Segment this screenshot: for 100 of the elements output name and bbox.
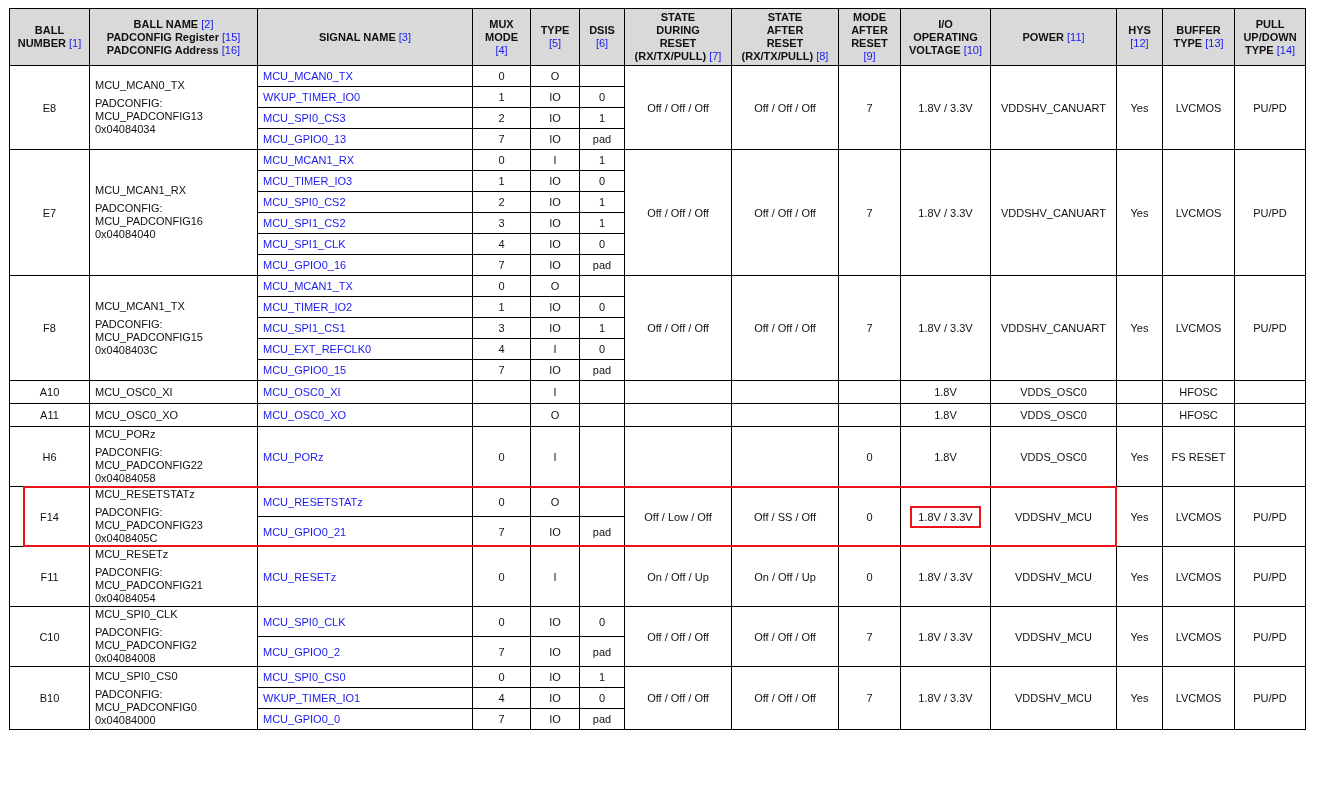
signal-link[interactable]: MCU_GPIO0_2 <box>263 645 341 658</box>
signal-link[interactable]: MCU_RESETSTATz <box>263 495 363 508</box>
table-cell: O <box>530 486 580 517</box>
footnote-link[interactable]: [11] <box>1067 30 1085 43</box>
table-cell: 3 <box>472 212 531 234</box>
ball-number: B10 <box>39 692 60 704</box>
ball-number: F11 <box>40 570 59 583</box>
table-cell: PU/PD <box>1234 149 1306 276</box>
ball-number: A10 <box>39 386 60 398</box>
footnote-link[interactable]: [10] <box>963 43 982 56</box>
padconfig-label: PADCONFIG: <box>95 626 164 639</box>
padconfig-label: PADCONFIG: <box>95 687 164 701</box>
table-cell: Yes <box>1116 426 1163 487</box>
footnote-link[interactable]: [14] <box>1276 43 1296 56</box>
footnote-link[interactable]: [15] <box>222 30 241 43</box>
table-cell: 0 <box>838 546 901 607</box>
table-cell: I <box>530 149 580 171</box>
padconfig-register: MCU_PADCONFIG2 <box>95 639 198 652</box>
table-cell: VDDSHV_MCU <box>990 546 1117 607</box>
signal-link[interactable]: MCU_OSC0_XI <box>263 386 341 398</box>
ball-number: F14 <box>40 510 59 523</box>
column-header: MUX MODE [4] <box>472 8 531 66</box>
ball-name: MCU_RESETSTATz <box>95 488 196 501</box>
footnote-link[interactable]: [13] <box>1205 37 1224 49</box>
column-header: POWER [11] <box>990 8 1117 66</box>
padconfig-label: PADCONFIG: <box>95 202 164 215</box>
table-cell: I <box>530 546 580 607</box>
padconfig-address: 0x04084054 <box>95 592 157 605</box>
table-cell: LVCMOS <box>1162 149 1235 276</box>
table-cell: IO <box>530 233 580 255</box>
column-header: PULL UP/DOWN TYPE [14] <box>1234 8 1306 66</box>
signal-link[interactable]: MCU_OSC0_XO <box>263 409 347 421</box>
table-cell: 7 <box>472 254 531 276</box>
padconfig-address: 0x0408405C <box>95 532 159 545</box>
ball-number: E8 <box>42 101 57 114</box>
table-cell: IO <box>530 107 580 129</box>
ball-number: C10 <box>39 630 60 643</box>
footnote-link[interactable]: [1] <box>69 37 82 49</box>
padconfig-label: PADCONFIG: <box>95 446 164 459</box>
padconfig-label: PADCONFIG: <box>95 317 164 331</box>
table-cell: HFOSC <box>1162 403 1235 427</box>
ball-number: H6 <box>42 450 57 463</box>
footnote-link[interactable]: [2] <box>201 17 214 30</box>
table-cell: 7 <box>838 606 901 667</box>
table-cell: 7 <box>838 666 901 730</box>
footnote-link[interactable]: [9] <box>863 50 876 62</box>
footnote-link[interactable]: [3] <box>398 30 412 43</box>
column-header: I/O OPERATING VOLTAGE [10] <box>900 8 991 66</box>
table-cell: O <box>530 403 580 427</box>
column-header: BALL NUMBER [1] <box>9 8 90 66</box>
table-cell: LVCMOS <box>1162 666 1235 730</box>
signal-link[interactable]: MCU_PORz <box>263 450 324 463</box>
table-cell: Yes <box>1116 606 1163 667</box>
footnote-link[interactable]: [4] <box>495 43 508 56</box>
column-header: STATE DURING RESET (RX/TX/PULL) [7] <box>624 8 732 66</box>
table-cell: 0 <box>472 275 531 297</box>
voltage-value: 1.8V / 3.3V <box>918 322 973 334</box>
padconfig-register: MCU_PADCONFIG22 <box>95 459 204 472</box>
ball-name: MCU_OSC0_XI <box>95 385 174 399</box>
signal-link[interactable]: MCU_GPIO0_0 <box>263 713 341 725</box>
footnote-link[interactable]: [7] <box>709 50 722 62</box>
table-cell: VDDSHV_CANUART <box>990 149 1117 276</box>
signal-link[interactable]: MCU_SPI0_CLK <box>263 615 346 628</box>
table-cell: IO <box>530 296 580 318</box>
table-cell: PU/PD <box>1234 275 1306 381</box>
table-cell: HFOSC <box>1162 380 1235 404</box>
table-cell: LVCMOS <box>1162 486 1235 547</box>
table-cell: IO <box>530 359 580 381</box>
table-cell: LVCMOS <box>1162 275 1235 381</box>
padconfig-address: 0x04084000 <box>95 713 157 727</box>
table-cell: Off / Off / Off <box>624 606 732 667</box>
table-cell: 4 <box>472 687 531 709</box>
table-cell: Off / Off / Off <box>624 65 732 150</box>
footnote-link[interactable]: [8] <box>816 50 829 62</box>
column-header: BUFFER TYPE [13] <box>1162 8 1235 66</box>
footnote-link[interactable]: [6] <box>595 37 609 49</box>
table-cell: IO <box>530 687 580 709</box>
table-cell: PU/PD <box>1234 486 1306 547</box>
table-cell: 0 <box>472 65 531 87</box>
table-cell: VDDSHV_MCU <box>990 606 1117 667</box>
footnote-link[interactable]: [16] <box>221 43 241 56</box>
voltage-value: 1.8V / 3.3V <box>918 692 973 704</box>
table-cell: IO <box>530 212 580 234</box>
footnote-link[interactable]: [5] <box>548 37 562 49</box>
table-cell: 2 <box>472 191 531 213</box>
signal-link[interactable]: MCU_RESETz <box>263 570 337 583</box>
table-cell: Yes <box>1116 149 1163 276</box>
footnote-link[interactable]: [12] <box>1130 37 1149 49</box>
table-cell: 1 <box>472 86 531 108</box>
table-cell: On / Off / Up <box>624 546 732 607</box>
table-cell: 2 <box>472 107 531 129</box>
table-cell: LVCMOS <box>1162 606 1235 667</box>
table-cell: LVCMOS <box>1162 546 1235 607</box>
table-cell: 0 <box>472 666 531 688</box>
column-header: HYS [12] <box>1116 8 1163 66</box>
table-cell: 1 <box>579 149 625 171</box>
column-header: SIGNAL NAME [3] <box>257 8 473 66</box>
signal-link[interactable]: MCU_GPIO0_21 <box>263 525 347 538</box>
table-cell: IO <box>530 606 580 637</box>
table-cell: VDDSHV_MCU <box>990 666 1117 730</box>
